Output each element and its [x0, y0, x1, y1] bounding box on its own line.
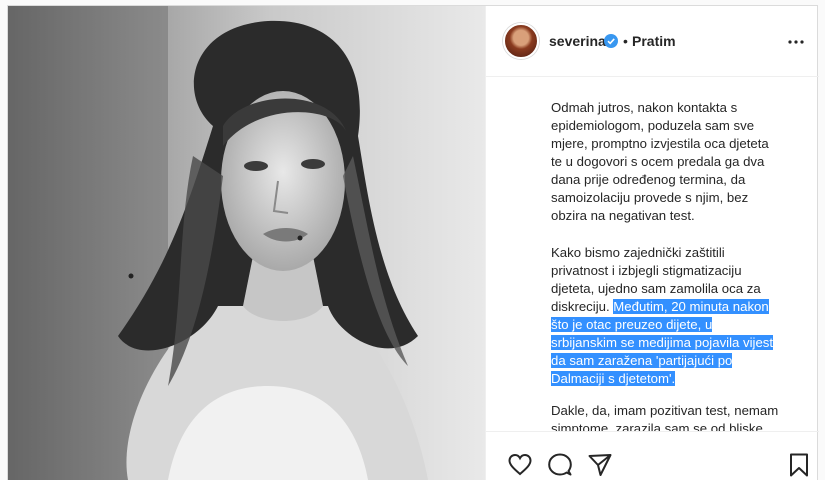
- caption-paragraph-2: Kako bismo zajednički zaštitili privatno…: [551, 244, 796, 388]
- follow-button[interactable]: Pratim: [632, 33, 676, 49]
- avatar[interactable]: [503, 23, 539, 59]
- caption-area[interactable]: Odmah jutros, nakon kontakta s epidemiol…: [486, 77, 819, 432]
- instagram-post: severina • Pratim Odmah jutros, nakon ko…: [7, 5, 819, 480]
- verified-badge-icon: [604, 34, 618, 48]
- heart-icon[interactable]: [507, 452, 533, 478]
- caption-paragraph-3: Dakle, da, imam pozitivan test, nemam si…: [551, 403, 779, 432]
- action-bar: [486, 433, 819, 480]
- caption-paragraph-1: Odmah jutros, nakon kontakta s epidemiol…: [551, 100, 769, 223]
- username-link[interactable]: severina: [549, 33, 606, 49]
- more-options-icon[interactable]: [786, 34, 806, 50]
- post-photo[interactable]: [8, 6, 485, 480]
- comment-icon[interactable]: [547, 452, 573, 478]
- separator-dot: •: [623, 33, 628, 49]
- share-icon[interactable]: [587, 452, 613, 478]
- bookmark-icon[interactable]: [786, 452, 812, 478]
- post-sidebar: severina • Pratim Odmah jutros, nakon ko…: [485, 6, 819, 480]
- post-header: severina • Pratim: [486, 6, 819, 77]
- portrait-image: [8, 6, 428, 480]
